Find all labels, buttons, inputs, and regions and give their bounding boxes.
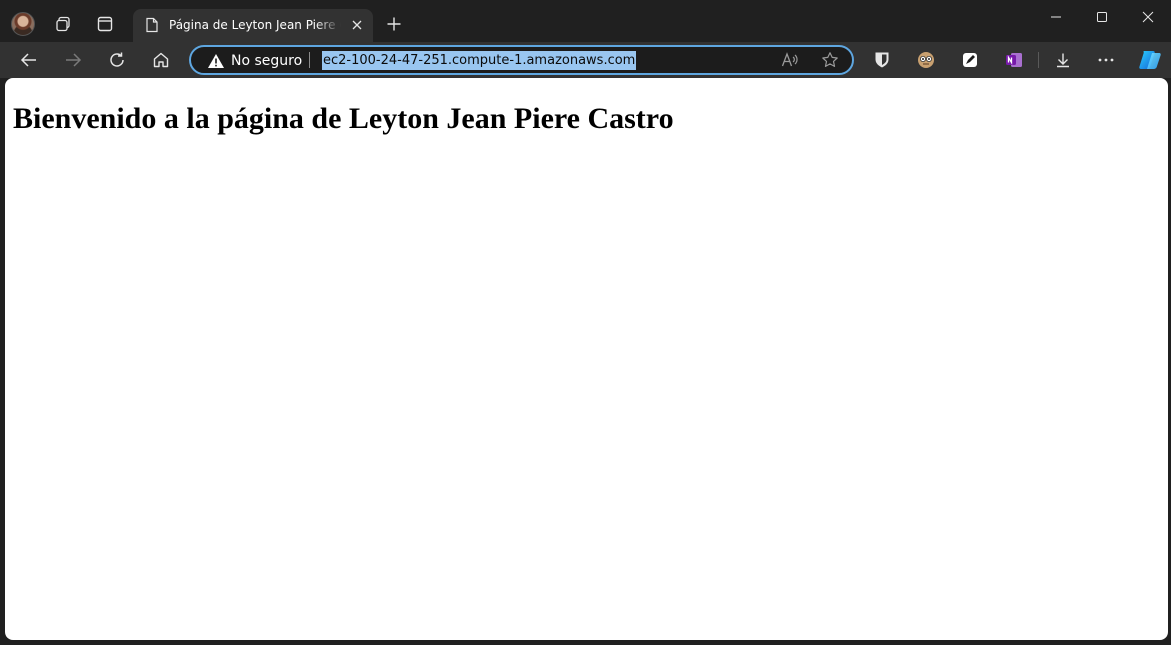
warning-icon[interactable]: [207, 53, 225, 74]
navigation-toolbar: No seguro ec2-100-24-47-251.compute-1.am…: [0, 42, 1171, 78]
refresh-button[interactable]: [105, 49, 129, 71]
address-bar[interactable]: No seguro ec2-100-24-47-251.compute-1.am…: [189, 45, 854, 75]
active-tab[interactable]: Página de Leyton Jean Piere Castro: [133, 9, 373, 42]
title-bar: Página de Leyton Jean Piere Castro: [0, 0, 1171, 42]
close-window-button[interactable]: [1125, 4, 1171, 30]
tab-close-icon[interactable]: [349, 17, 365, 33]
extension-face-icon[interactable]: [916, 50, 936, 70]
window-bottom-edge: [0, 640, 1171, 645]
more-icon[interactable]: [1096, 50, 1116, 70]
workspaces-icon[interactable]: [52, 13, 74, 35]
star-icon[interactable]: [821, 51, 839, 74]
copilot-icon[interactable]: [1137, 48, 1163, 72]
toolbar-divider: [1038, 52, 1039, 68]
tab-title: Página de Leyton Jean Piere Castro: [169, 18, 341, 32]
page-heading: Bienvenido a la página de Leyton Jean Pi…: [13, 102, 674, 135]
security-label[interactable]: No seguro: [231, 53, 302, 69]
minimize-button[interactable]: [1033, 4, 1079, 30]
bitwarden-icon[interactable]: [872, 50, 892, 70]
download-icon[interactable]: [1053, 50, 1073, 70]
maximize-button[interactable]: [1079, 4, 1125, 30]
page-icon: [145, 17, 159, 38]
address-divider: [309, 52, 310, 68]
tab-actions-icon[interactable]: [94, 13, 116, 35]
home-button[interactable]: [149, 49, 173, 71]
back-button[interactable]: [17, 49, 41, 71]
editor-extension-icon[interactable]: [960, 50, 980, 70]
url-text[interactable]: ec2-100-24-47-251.compute-1.amazonaws.co…: [322, 51, 637, 70]
new-tab-button[interactable]: [383, 13, 405, 35]
read-aloud-icon[interactable]: [781, 52, 799, 73]
page-viewport: Bienvenido a la página de Leyton Jean Pi…: [5, 78, 1168, 640]
profile-avatar[interactable]: [11, 12, 35, 36]
onenote-icon[interactable]: [1004, 50, 1024, 70]
forward-button[interactable]: [61, 49, 85, 71]
